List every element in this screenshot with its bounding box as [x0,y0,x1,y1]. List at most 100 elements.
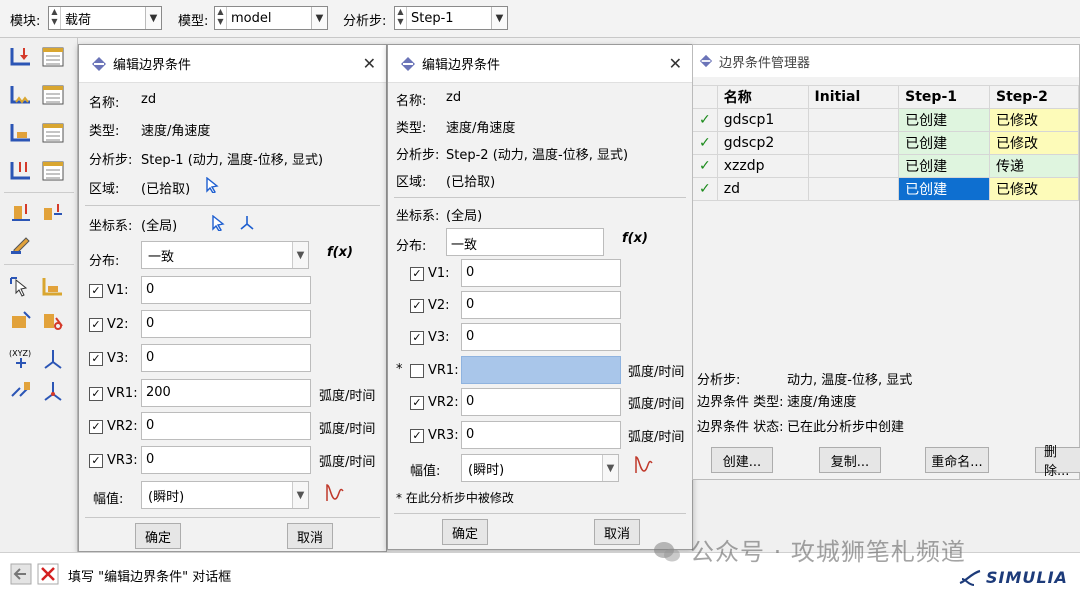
v3-checkbox[interactable]: ✓ [89,352,103,366]
ok-button[interactable]: 确定 [442,519,488,545]
field-manager-icon[interactable] [40,120,66,146]
spin-icon[interactable]: ▲ ▼ [49,7,61,29]
table-row[interactable]: ✓ gdscp1 已创建 已修改 [693,108,1079,132]
delete-button[interactable]: 删除... [1035,445,1080,479]
v3-checkbox[interactable]: ✓ [410,331,424,345]
active-check-icon[interactable]: ✓ [693,108,718,132]
dialog-title-bar[interactable]: 编辑边界条件 ✕ [388,45,692,83]
spin-icon[interactable]: ▲ ▼ [395,7,407,29]
create-load-icon[interactable] [8,44,34,70]
row-name[interactable]: gdscp2 [716,131,809,155]
vr3-checkbox[interactable]: ✓ [410,429,424,443]
vr2-input[interactable]: 0 [141,412,311,440]
row-step1[interactable]: 已创建 [898,108,991,132]
row-initial[interactable] [807,177,900,201]
v2-checkbox[interactable]: ✓ [410,299,424,313]
row-name[interactable]: gdscp1 [716,108,809,132]
special-manager-icon[interactable] [40,200,66,226]
load-manager-icon[interactable] [40,44,66,70]
v1-input[interactable]: 0 [141,276,311,304]
create-bc-icon[interactable] [8,82,34,108]
bc-manager-icon[interactable] [40,82,66,108]
v2-checkbox[interactable]: ✓ [89,318,103,332]
close-icon[interactable]: ✕ [363,54,376,73]
chevron-down-icon[interactable]: ▼ [311,7,327,29]
row-step2[interactable]: 已修改 [989,108,1079,132]
chevron-down-icon[interactable]: ▼ [491,7,507,29]
datum-axis-icon[interactable] [40,378,66,404]
copy-button[interactable]: 复制... [819,447,881,473]
fx-button[interactable]: f(x) [622,231,648,246]
spin-icon[interactable]: ▲ ▼ [215,7,227,29]
vr2-input[interactable]: 0 [461,388,621,416]
column-header[interactable]: Step-2 [989,85,1079,109]
table-row[interactable]: ✓ xzzdp 已创建 传递 [693,154,1079,178]
cut-tool-icon[interactable] [40,308,66,334]
close-icon[interactable]: ✕ [669,54,682,73]
v1-checkbox[interactable]: ✓ [89,284,103,298]
vr3-input[interactable]: 0 [461,421,621,449]
active-check-icon[interactable]: ✓ [693,177,718,201]
distribution-select[interactable]: 一致 ▼ [141,241,309,269]
row-initial[interactable] [807,131,900,155]
datum-csys-icon[interactable] [239,214,255,230]
row-name[interactable]: zd [716,177,809,201]
manager-title-bar[interactable]: 边界条件管理器 [693,45,1079,77]
column-header[interactable]: 名称 [716,85,809,109]
active-check-icon[interactable]: ✓ [693,154,718,178]
create-load-case-icon[interactable] [8,158,34,184]
row-step1[interactable]: 已创建 [898,154,991,178]
set-icon[interactable] [40,274,66,300]
cancel-button[interactable]: 取消 [594,519,640,545]
row-step2[interactable]: 传递 [989,154,1079,178]
row-name[interactable]: xzzdp [716,154,809,178]
v1-checkbox[interactable]: ✓ [410,267,424,281]
v3-input[interactable]: 0 [461,323,621,351]
pick-csys-arrow-icon[interactable] [211,215,225,231]
amplitude-select[interactable]: (瞬时) ▼ [141,481,309,509]
datum-csys-icon[interactable] [40,346,66,372]
cancel-button[interactable]: 取消 [287,523,333,549]
table-row[interactable]: ✓ gdscp2 已创建 已修改 [693,131,1079,155]
row-initial[interactable] [807,154,900,178]
vr2-checkbox[interactable]: ✓ [410,396,424,410]
table-row[interactable]: ✓ zd 已创建 已修改 [693,177,1079,201]
v3-input[interactable]: 0 [141,344,311,372]
back-arrow-icon[interactable] [10,563,32,585]
row-step1[interactable]: 已创建 [898,131,991,155]
surface-icon[interactable] [8,308,34,334]
csys-xyz-icon[interactable]: (XYZ) [8,346,34,372]
vr2-checkbox[interactable]: ✓ [89,420,103,434]
row-initial[interactable] [807,108,900,132]
cancel-x-icon[interactable] [37,563,59,585]
vr3-checkbox[interactable]: ✓ [89,454,103,468]
vr1-input[interactable]: 200 [141,379,311,407]
row-step2[interactable]: 已修改 [989,177,1079,201]
create-button[interactable]: 创建... [711,447,773,473]
chevron-down-icon[interactable]: ▼ [145,7,161,29]
row-step1-selected[interactable]: 已创建 [898,177,991,201]
chevron-down-icon[interactable]: ▼ [602,455,618,481]
vr1-checkbox[interactable] [410,364,424,378]
query-select-icon[interactable] [8,274,34,300]
vr1-input[interactable] [461,356,621,384]
load-case-manager-icon[interactable] [40,158,66,184]
vr1-checkbox[interactable]: ✓ [89,387,103,401]
amplitude-curve-icon[interactable] [634,453,654,475]
active-check-icon[interactable]: ✓ [693,131,718,155]
column-header[interactable]: Step-1 [898,85,991,109]
distribution-field[interactable]: 一致 [446,228,604,256]
dialog-title-bar[interactable]: 编辑边界条件 ✕ [79,45,386,83]
chevron-down-icon[interactable]: ▼ [292,482,308,508]
transform-icon[interactable] [8,378,34,404]
model-combo[interactable]: ▲ ▼ model ▼ [214,6,328,30]
row-step2[interactable]: 已修改 [989,131,1079,155]
fx-button[interactable]: f(x) [327,245,353,260]
v2-input[interactable]: 0 [461,291,621,319]
v2-input[interactable]: 0 [141,310,311,338]
rename-button[interactable]: 重命名... [925,447,989,473]
column-header[interactable]: Initial [807,85,900,109]
create-special-icon[interactable] [8,200,34,226]
v1-input[interactable]: 0 [461,259,621,287]
edit-pencil-icon[interactable] [8,230,34,256]
